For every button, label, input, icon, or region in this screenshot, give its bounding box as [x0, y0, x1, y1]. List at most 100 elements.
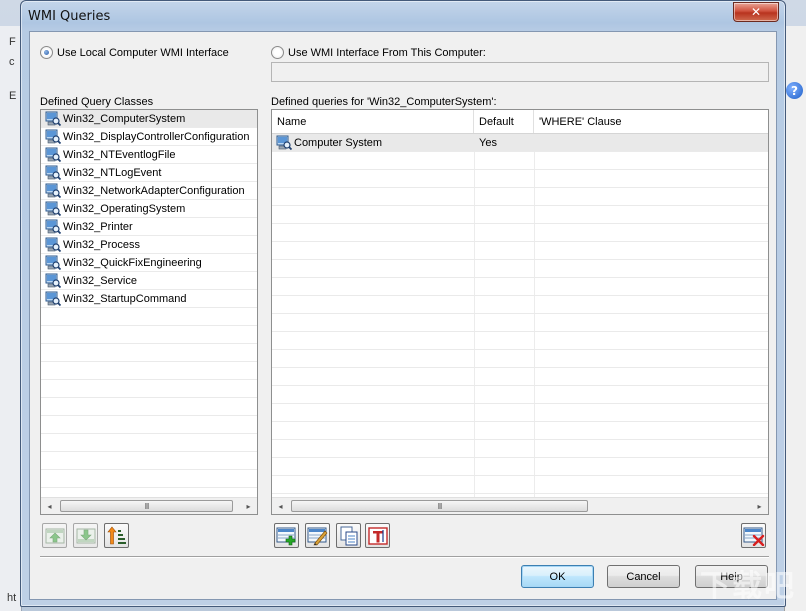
- scroll-left-icon[interactable]: ◂: [272, 498, 289, 514]
- queries-horizontal-scrollbar[interactable]: ◂ III ▸: [272, 497, 768, 514]
- scroll-left-icon[interactable]: ◂: [41, 498, 58, 514]
- empty-list-row: [41, 470, 257, 488]
- empty-list-row: [41, 452, 257, 470]
- query-name: Computer System: [294, 137, 383, 149]
- query-default-cell: Yes: [479, 137, 497, 149]
- move-up-button[interactable]: [42, 523, 67, 548]
- column-header-default[interactable]: Default: [474, 110, 534, 133]
- cancel-button[interactable]: Cancel: [607, 565, 680, 588]
- dialog-client-area: Use Local Computer WMI Interface Use WMI…: [29, 31, 777, 600]
- delete-query-icon: [743, 527, 764, 546]
- computer-search-icon: [276, 135, 293, 151]
- computer-search-icon: [45, 255, 62, 271]
- empty-table-row: [272, 458, 768, 476]
- empty-table-row: [272, 368, 768, 386]
- radio-checked-indicator[interactable]: [40, 46, 53, 59]
- empty-table-row: [272, 188, 768, 206]
- add-query-button[interactable]: [274, 523, 299, 548]
- empty-table-row: [272, 260, 768, 278]
- computer-search-icon: [45, 165, 62, 181]
- empty-list-row: [41, 416, 257, 434]
- help-icon[interactable]: ?: [786, 82, 803, 99]
- remote-interface-label: Use WMI Interface From This Computer:: [288, 46, 486, 59]
- wmi-queries-dialog: WMI Queries ✕ Use Local Computer WMI Int…: [20, 0, 786, 607]
- class-name: Win32_NTLogEvent: [63, 166, 162, 179]
- remote-interface-radio[interactable]: Use WMI Interface From This Computer:: [271, 46, 486, 59]
- scrollbar-thumb[interactable]: III: [60, 500, 233, 512]
- empty-table-row: [272, 386, 768, 404]
- list-item[interactable]: Win32_StartupCommand: [41, 290, 257, 308]
- title-bar[interactable]: WMI Queries ✕: [21, 1, 785, 31]
- list-item[interactable]: Win32_NetworkAdapterConfiguration: [41, 182, 257, 200]
- sort-icon: [106, 526, 126, 544]
- empty-list-row: [41, 362, 257, 380]
- add-query-icon: [276, 527, 295, 545]
- delete-query-button[interactable]: [741, 523, 766, 548]
- empty-table-row: [272, 332, 768, 350]
- empty-list-row: [41, 344, 257, 362]
- column-header-name[interactable]: Name: [272, 110, 474, 133]
- empty-list-row: [41, 308, 257, 326]
- rename-query-button[interactable]: [365, 523, 390, 548]
- radio-unchecked-indicator[interactable]: [271, 46, 284, 59]
- class-name: Win32_OperatingSystem: [63, 202, 186, 215]
- list-item[interactable]: Win32_NTEventlogFile: [41, 146, 257, 164]
- computer-search-icon: [45, 129, 62, 145]
- table-row[interactable]: Computer System Yes: [272, 134, 768, 152]
- queries-grid[interactable]: Name Default 'WHERE' Clause Computer Sys…: [271, 109, 769, 515]
- class-name: Win32_StartupCommand: [63, 292, 187, 305]
- list-item[interactable]: Win32_NTLogEvent: [41, 164, 257, 182]
- empty-table-row: [272, 350, 768, 368]
- empty-table-row: [272, 278, 768, 296]
- watermark-logo: 下载吧: [700, 569, 796, 604]
- list-item[interactable]: Win32_DisplayControllerConfiguration: [41, 128, 257, 146]
- sort-button[interactable]: [104, 523, 129, 548]
- computer-search-icon: [45, 183, 62, 199]
- list-item[interactable]: Win32_QuickFixEngineering: [41, 254, 257, 272]
- empty-list-row: [41, 326, 257, 344]
- background-letter: c: [9, 56, 15, 68]
- empty-table-row: [272, 314, 768, 332]
- empty-table-row: [272, 476, 768, 494]
- list-item[interactable]: Win32_Process: [41, 236, 257, 254]
- class-name: Win32_DisplayControllerConfiguration: [63, 130, 250, 143]
- list-item[interactable]: Win32_Service: [41, 272, 257, 290]
- empty-table-row: [272, 206, 768, 224]
- scroll-right-icon[interactable]: ▸: [751, 498, 768, 514]
- background-left-panel: F c E ht: [0, 26, 22, 611]
- ok-button[interactable]: OK: [521, 565, 594, 588]
- close-icon: ✕: [750, 5, 762, 19]
- grid-header: Name Default 'WHERE' Clause: [272, 110, 768, 134]
- move-down-button[interactable]: [73, 523, 98, 548]
- background-right-panel: ?: [784, 26, 806, 611]
- list-item[interactable]: Win32_ComputerSystem: [41, 110, 257, 128]
- scroll-right-icon[interactable]: ▸: [240, 498, 257, 514]
- class-name: Win32_Process: [63, 238, 141, 251]
- remote-computer-field[interactable]: [271, 62, 769, 82]
- edit-query-button[interactable]: [305, 523, 330, 548]
- class-name: Win32_NetworkAdapterConfiguration: [63, 184, 245, 197]
- class-name: Win32_QuickFixEngineering: [63, 256, 202, 269]
- copy-query-icon: [340, 526, 357, 545]
- copy-query-button[interactable]: [336, 523, 361, 548]
- computer-search-icon: [45, 291, 62, 307]
- window-title: WMI Queries: [28, 9, 111, 24]
- column-header-where[interactable]: 'WHERE' Clause: [534, 110, 768, 133]
- scrollbar-thumb[interactable]: III: [291, 500, 588, 512]
- computer-search-icon: [45, 111, 62, 127]
- move-up-icon: [45, 528, 64, 543]
- edit-query-icon: [307, 527, 327, 545]
- empty-list-row: [41, 380, 257, 398]
- class-name: Win32_ComputerSystem: [63, 112, 186, 125]
- queries-label: Defined queries for 'Win32_ComputerSyste…: [271, 96, 497, 108]
- list-item[interactable]: Win32_Printer: [41, 218, 257, 236]
- list-item[interactable]: Win32_OperatingSystem: [41, 200, 257, 218]
- local-interface-label: Use Local Computer WMI Interface: [57, 46, 229, 59]
- computer-search-icon: [45, 237, 62, 253]
- query-classes-list[interactable]: Win32_ComputerSystem Win32_DisplayControl…: [40, 109, 258, 515]
- classes-horizontal-scrollbar[interactable]: ◂ III ▸: [41, 497, 257, 514]
- empty-table-row: [272, 242, 768, 260]
- close-button[interactable]: ✕: [733, 2, 779, 22]
- background-text: ht: [7, 592, 17, 604]
- local-interface-radio[interactable]: Use Local Computer WMI Interface: [40, 46, 229, 59]
